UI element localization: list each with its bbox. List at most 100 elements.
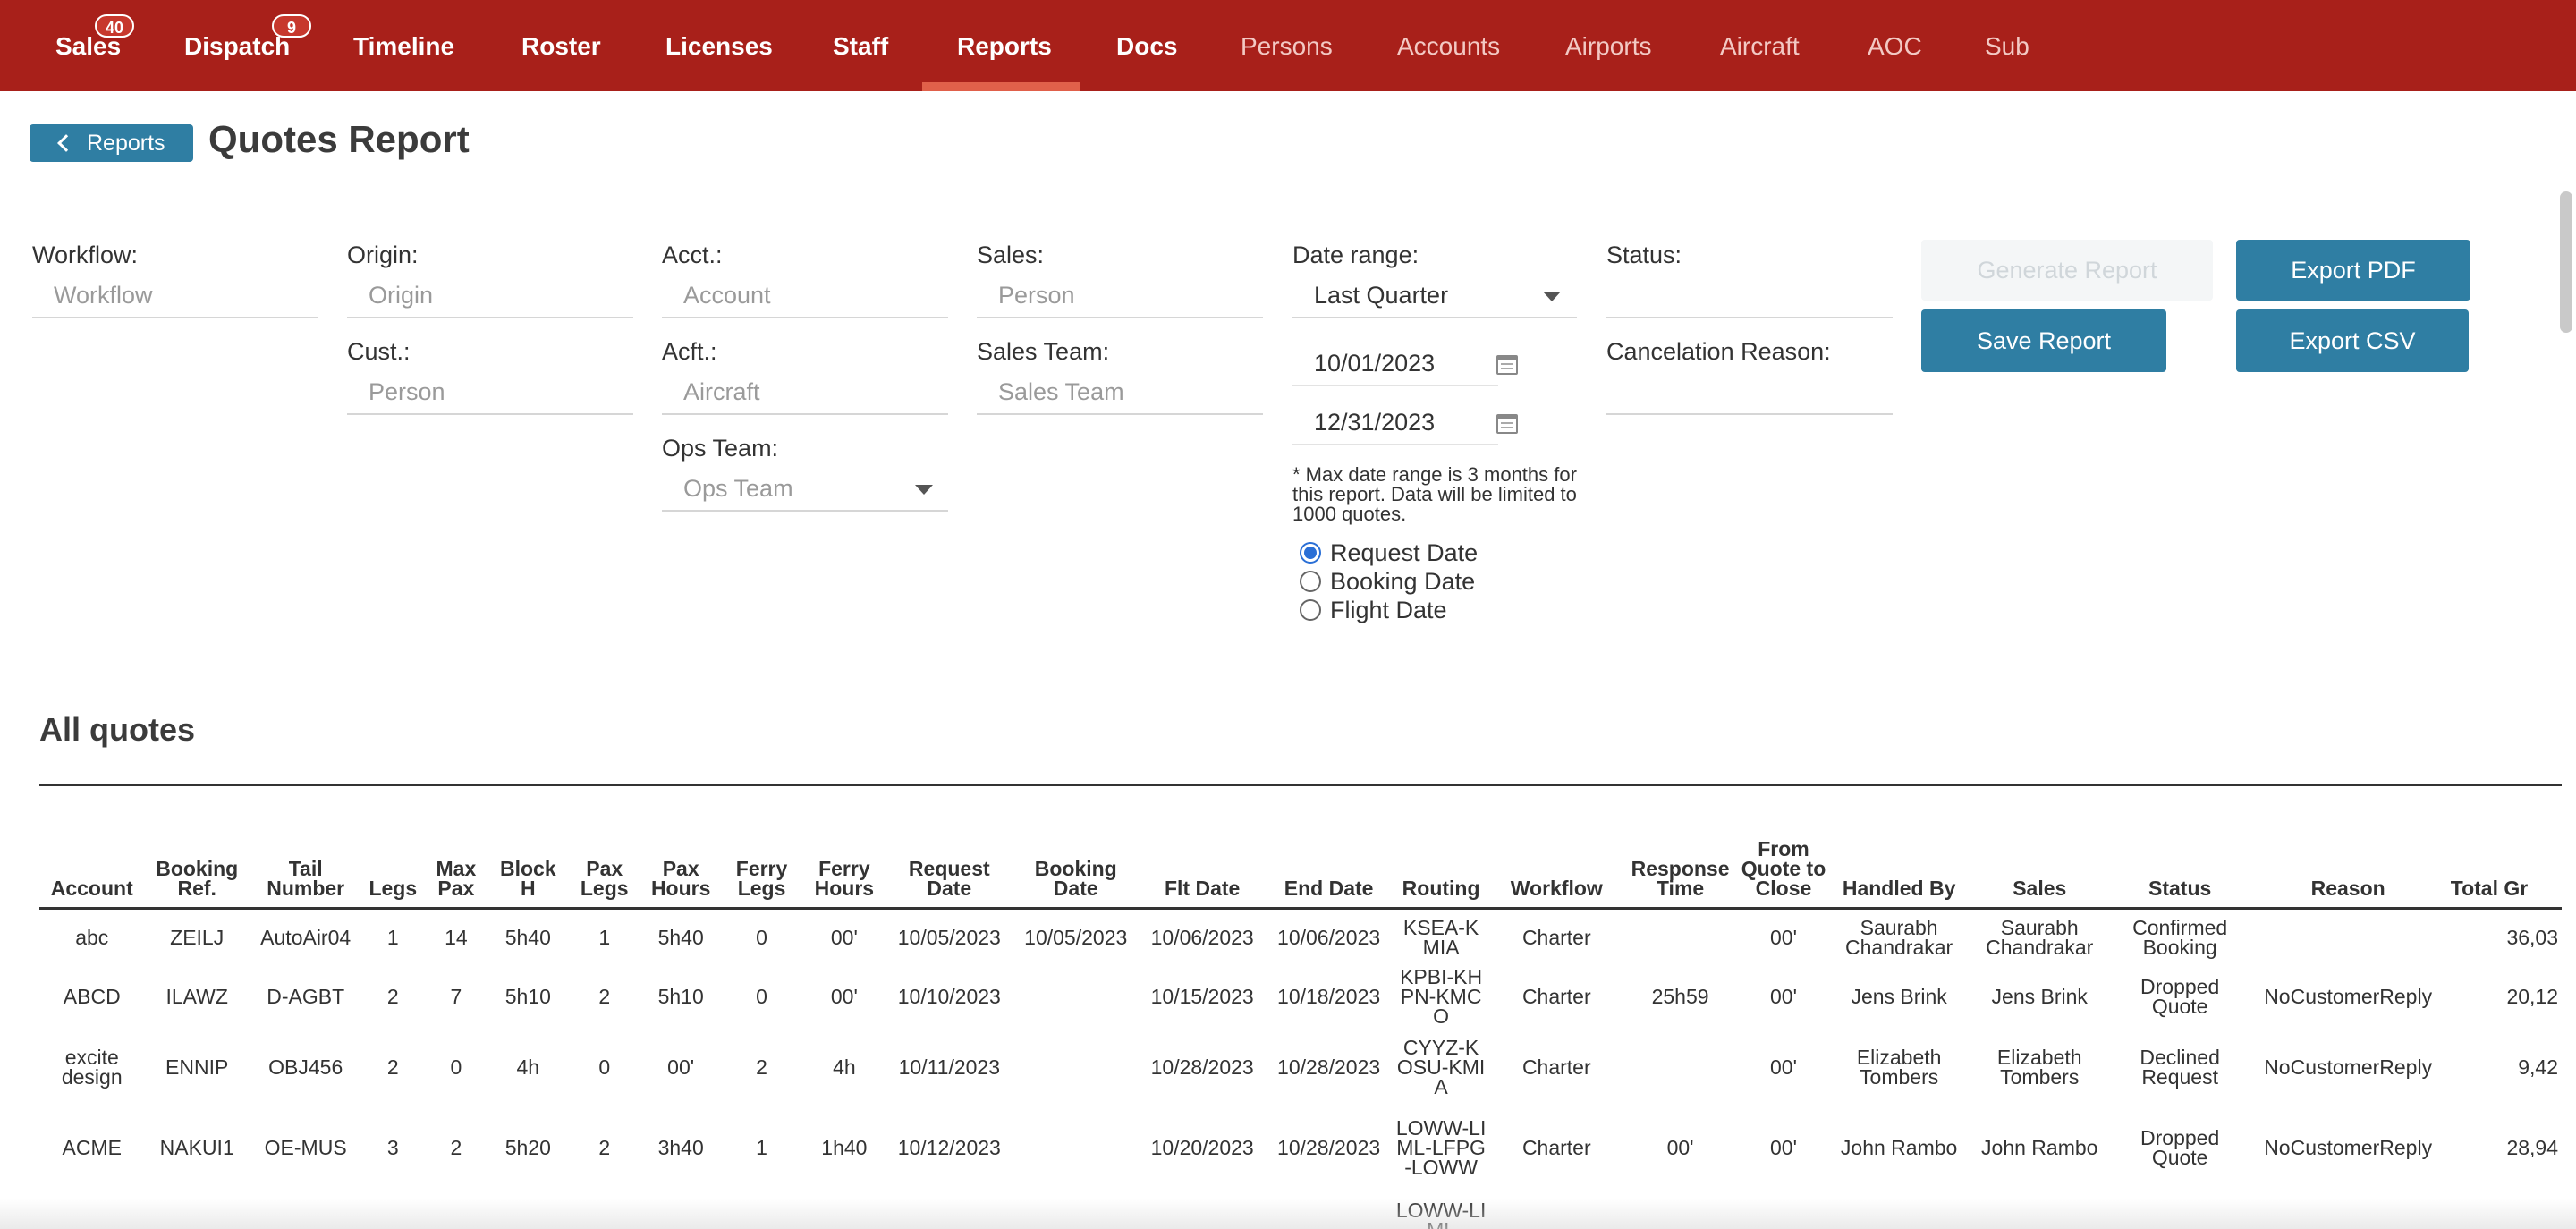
column-header[interactable]: Booking Ref. [144,805,250,910]
table-cell: ABCD [63,985,121,1008]
radio-checked-icon[interactable] [1300,541,1321,564]
aircraft-input[interactable]: Aircraft [662,372,948,415]
table-row[interactable]: ABCD ILAWZ D-AGBT 2 7 5h10 2 5h10 0 00' 10/10/2023… [39,965,2562,1028]
status-label: Status: [1606,242,1682,268]
date-range-select[interactable]: Last Quarter [1292,275,1577,318]
nav-item-docs[interactable]: Docs [1116,0,1177,91]
nav-item-reports[interactable]: Reports [957,0,1052,91]
export-csv-button[interactable]: Export CSV [2236,309,2469,372]
origin-input[interactable]: Origin [347,275,633,318]
page-scrollbar[interactable] [2560,191,2572,333]
calendar-icon[interactable] [1496,355,1518,375]
account-input[interactable]: Account [662,275,948,318]
table-cell: 2 [598,985,611,1008]
column-header[interactable]: Routing [1392,805,1490,910]
radio-unchecked-icon[interactable] [1300,598,1321,621]
nav-item-staff[interactable]: Staff [833,0,888,91]
column-header[interactable]: Request Date [886,805,1013,910]
nav-item-dispatch[interactable]: Dispatch [184,0,290,91]
nav-item-accounts[interactable]: Accounts [1397,0,1500,91]
column-header[interactable]: Sales [1968,805,2111,910]
table-cell: ACME [62,1136,122,1159]
nav-item-timeline[interactable]: Timeline [353,0,454,91]
table-cell: 3h40 [657,1136,704,1159]
table-cell: 1h40 [821,1136,868,1159]
column-header[interactable]: Pax Legs [568,805,641,910]
column-header[interactable]: End Date [1265,805,1393,910]
table-row[interactable]: ACME NAKUI1 OE-MUS 3 2 5h20 2 3h40 1 1h40 10/12/20… [39,1106,2562,1189]
table-cell: 2 [450,1136,462,1159]
generate-report-button[interactable]: Generate Report [1921,240,2213,301]
column-header[interactable]: Pax Hours [640,805,721,910]
table-cell: 0 [756,985,767,1008]
column-header[interactable]: Flt Date [1139,805,1266,910]
table-cell: Charter [1521,1136,1591,1159]
table-cell: 1 [598,925,611,949]
table-cell: 00' [1769,925,1797,949]
nav-item-aircraft[interactable]: Aircraft [1720,0,1800,91]
column-header[interactable]: Block H [487,805,569,910]
table-cell: 0 [756,925,767,949]
table-cell: 2 [386,985,399,1008]
section-divider [39,784,2562,786]
radio-request-date[interactable]: Request Date [1300,538,1478,567]
table-row[interactable]: abc ZEILJ AutoAir04 1 14 5h40 1 5h40 0 00' 10/05/2… [39,908,2562,965]
radio-booking-date[interactable]: Booking Date [1300,567,1475,596]
table-cell [2250,908,2447,965]
column-header[interactable]: Booking Date [1013,805,1140,910]
export-pdf-button[interactable]: Export PDF [2236,240,2470,301]
nav-item-aoc[interactable]: AOC [1868,0,1922,91]
workflow-input[interactable]: Workflow [32,275,318,318]
column-header[interactable]: Total Gr [2446,805,2562,910]
column-header[interactable]: Max Pax [424,805,488,910]
table-cell [1013,1106,1139,1189]
acft-label: Acft.: [662,338,717,365]
radio-unchecked-icon[interactable] [1300,570,1321,592]
save-report-button[interactable]: Save Report [1921,309,2166,372]
table-cell: 28,94 [2506,1136,2558,1159]
sales-team-input[interactable]: Sales Team [977,372,1263,415]
column-header[interactable]: Legs [361,805,425,910]
nav-item-airports[interactable]: Airports [1565,0,1651,91]
table-cell: NoCustomerReply [2264,1136,2433,1159]
column-header[interactable]: Ferry Hours [802,805,886,910]
start-date-input[interactable]: 10/01/2023 [1292,343,1498,386]
dispatch-badge: 9 [272,14,311,38]
column-header[interactable]: Tail Number [249,805,362,910]
nav-item-persons[interactable]: Persons [1241,0,1333,91]
table-cell: 2 [756,1055,767,1079]
column-header[interactable]: Workflow [1489,805,1623,910]
back-to-reports-button[interactable]: Reports [30,124,193,162]
sales-badge: 40 [95,14,135,38]
nav-item-licenses[interactable]: Licenses [665,0,773,91]
sales-person-input[interactable]: Person [977,275,1263,318]
chevron-down-icon [915,485,933,495]
chevron-left-icon [57,134,75,152]
table-cell: Confirmed Booking [2132,915,2228,959]
calendar-icon[interactable] [1496,414,1518,434]
table-row[interactable]: excite design ENNIP OBJ456 2 0 4h 0 00' 2 4h 10/11… [39,1028,2562,1106]
table-cell: John Rambo [1981,1136,2098,1159]
column-header[interactable]: Reason [2249,805,2447,910]
quotes-table-container[interactable]: Account Booking Ref. Tail Number Legs Ma… [39,805,2562,1229]
cancelation-reason-input[interactable] [1606,372,1893,415]
column-header[interactable]: Handled By [1829,805,1969,910]
end-date-input[interactable]: 12/31/2023 [1292,403,1498,445]
column-header[interactable]: Ferry Legs [720,805,803,910]
table-cell: Dropped Quote [2140,975,2220,1018]
table-cell: 10/06/2023 [1277,925,1381,949]
column-header[interactable]: Response Time [1623,805,1738,910]
status-input[interactable] [1606,275,1893,318]
column-header[interactable]: Status [2110,805,2250,910]
nav-item-sub[interactable]: Sub [1985,0,2029,91]
table-cell: NoCustomerReply [2264,985,2433,1008]
table-cell: ILAWZ [165,985,228,1008]
cust-input[interactable]: Person [347,372,633,415]
table-cell: 4h [833,1055,856,1079]
radio-flight-date[interactable]: Flight Date [1300,596,1447,624]
column-header[interactable]: From Quote to Close [1737,805,1830,910]
ops-team-select[interactable]: Ops Team [662,469,948,512]
table-cell: 5h40 [504,925,551,949]
nav-item-roster[interactable]: Roster [521,0,601,91]
column-header[interactable]: Account [39,805,145,910]
